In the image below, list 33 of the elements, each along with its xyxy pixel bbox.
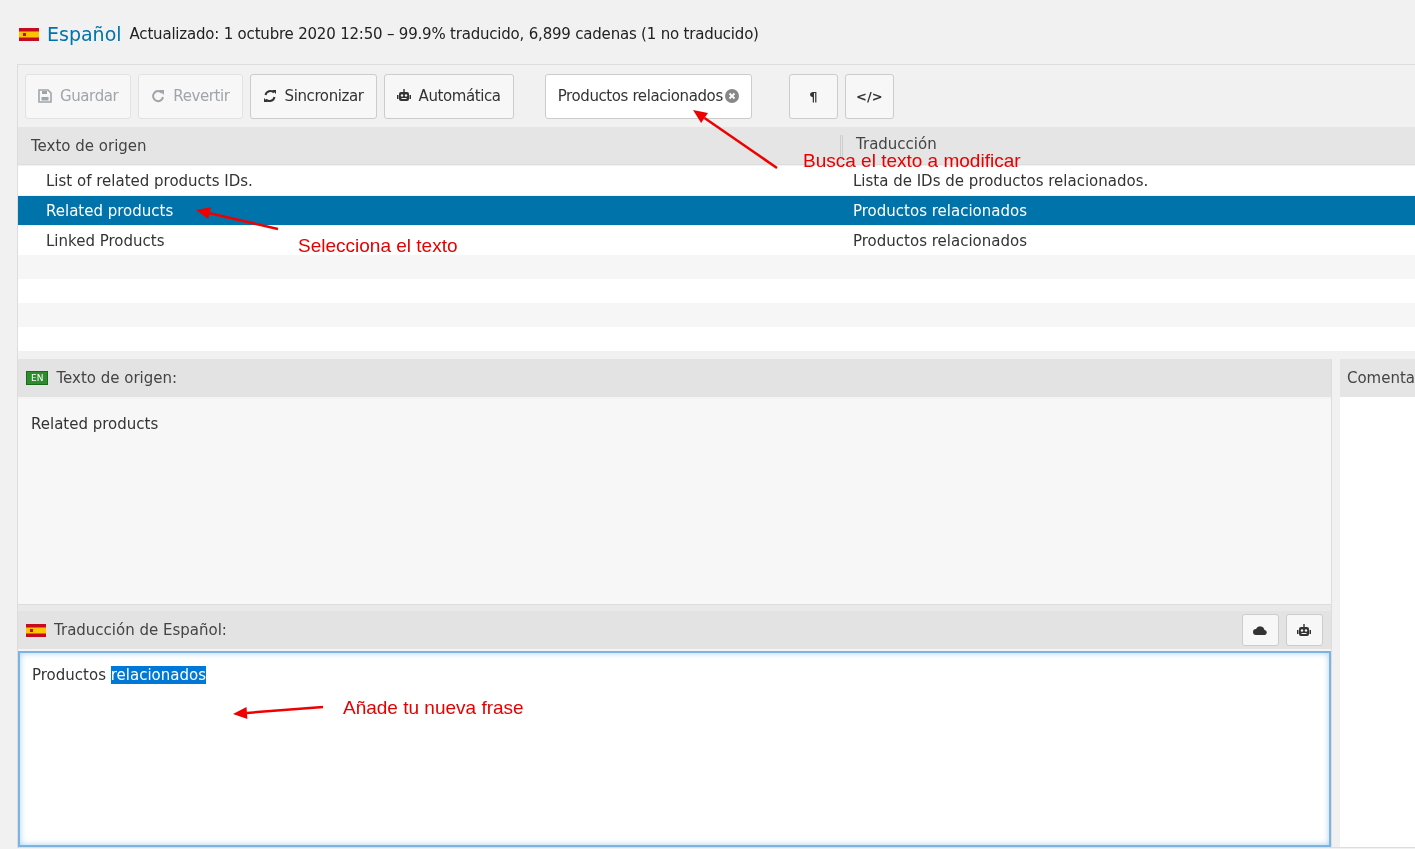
table-cell: List of related products IDs.	[46, 171, 253, 190]
spain-flag-icon	[26, 623, 46, 637]
table-cell: Related products	[46, 201, 174, 220]
panel-title: Texto de origen:	[56, 369, 178, 387]
status-text: Actualizado: 1 octubre 2020 12:50 – 99.9% traducido, 6,899 cadenas (1 no traducido)	[129, 25, 759, 43]
column-header: Texto de origen	[30, 136, 148, 155]
table-cell: Linked Products	[46, 231, 165, 250]
source-text: Related products	[31, 415, 160, 433]
annotation-text: Selecciona el texto	[298, 235, 458, 257]
table-cell: Productos relacionados	[853, 201, 1027, 220]
undo-icon	[151, 89, 166, 103]
table-cell: Lista de IDs de productos relacionados.	[853, 171, 1149, 190]
panel-title: Traducción de Español:	[54, 621, 227, 639]
search-field[interactable]: Productos relacionados	[544, 73, 752, 119]
save-icon	[38, 89, 52, 103]
panel-title: Comenta	[1339, 359, 1415, 397]
cloud-button[interactable]	[1241, 614, 1279, 646]
table-row[interactable]: Related products Productos relacionados	[18, 195, 1415, 225]
toolbar-button[interactable]: Sincronizar	[249, 73, 377, 119]
annotation-text: Añade tu nueva frase	[343, 697, 524, 719]
spain-flag-icon	[19, 27, 39, 41]
toggle-button[interactable]: ¶	[788, 73, 838, 119]
toolbar-button[interactable]: Automática	[383, 73, 514, 119]
table-cell: Productos relacionados	[853, 231, 1027, 250]
cloud-icon	[1253, 625, 1268, 635]
language-title: Español	[47, 23, 122, 45]
refresh-icon	[262, 89, 277, 103]
robot-icon	[396, 89, 411, 103]
robot-icon	[1297, 623, 1312, 637]
language-badge: EN	[26, 371, 49, 385]
toggle-button[interactable]: </>	[844, 73, 894, 119]
robot-button[interactable]	[1285, 614, 1323, 646]
clear-icon	[724, 89, 739, 103]
